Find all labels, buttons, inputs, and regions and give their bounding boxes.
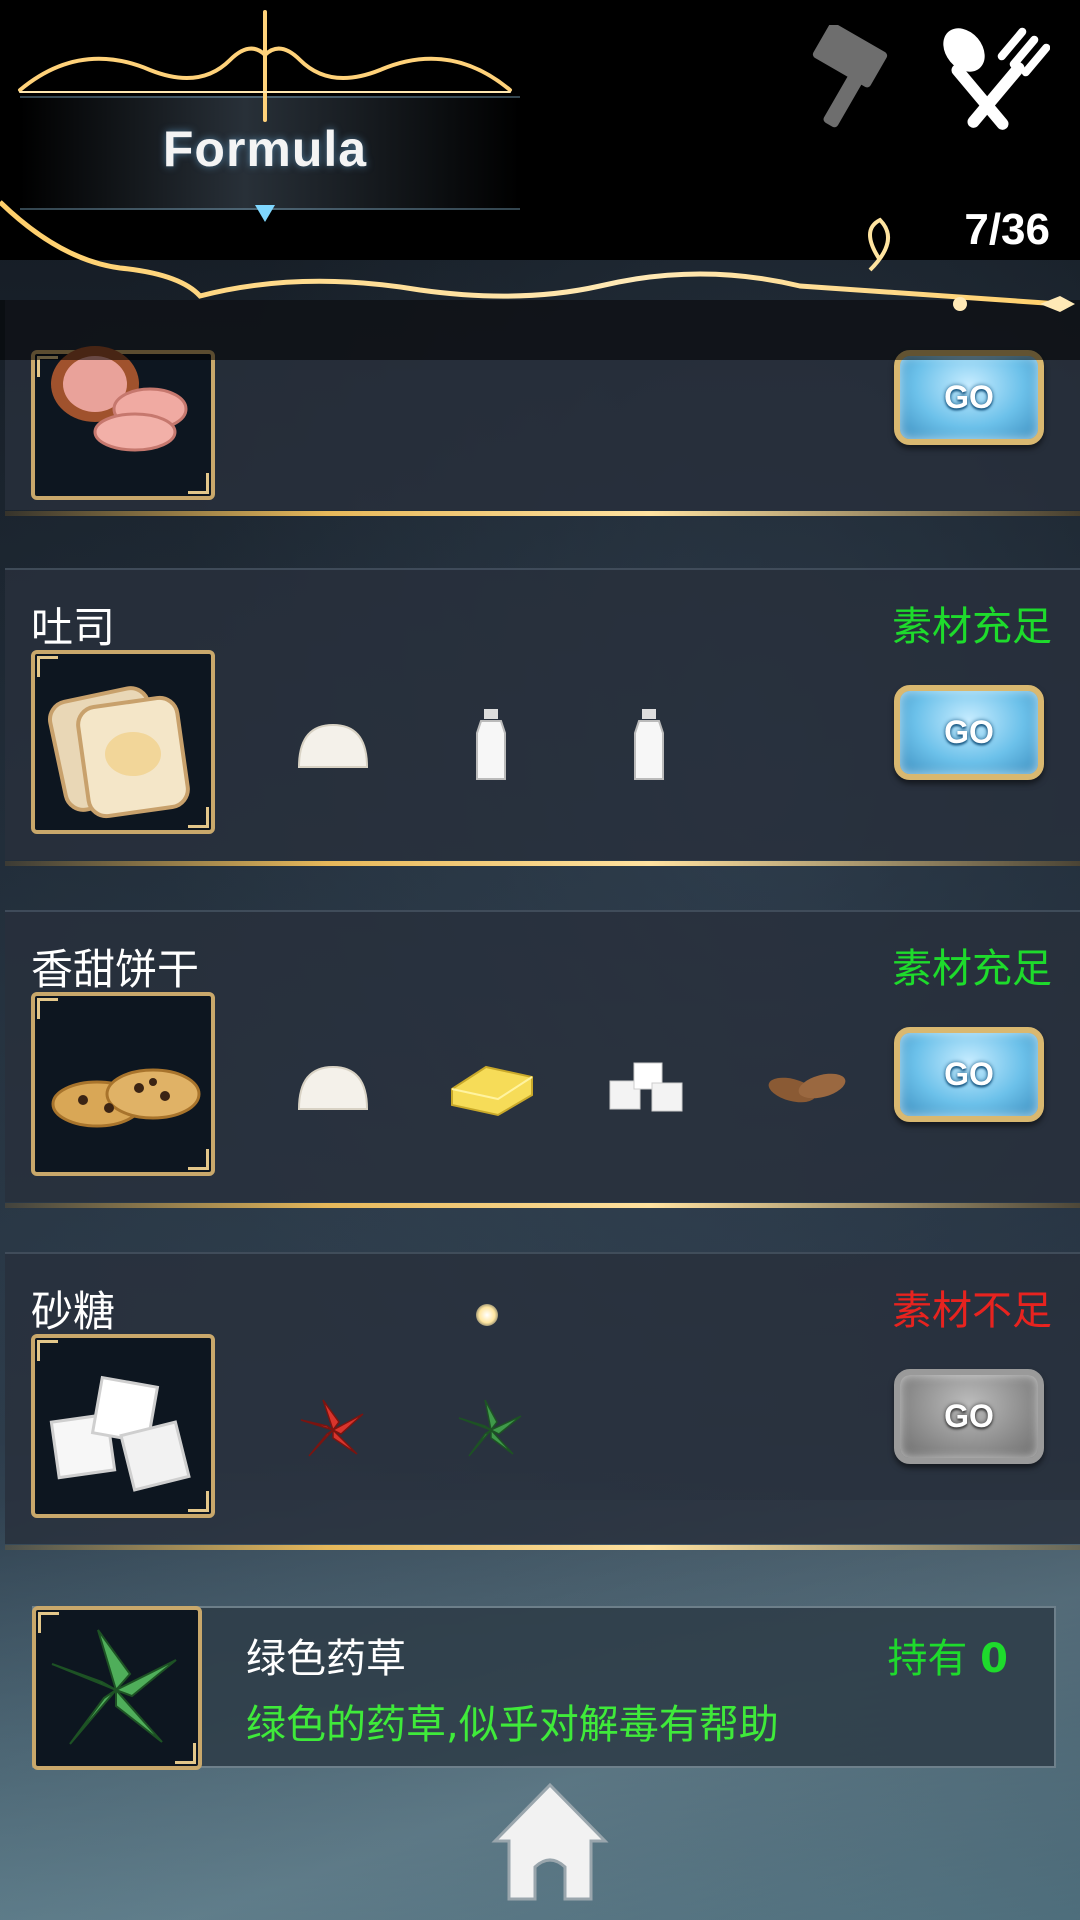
toast-icon	[48, 686, 190, 819]
recipe-image-frame	[31, 346, 215, 500]
ingredient-slot[interactable]	[441, 700, 541, 790]
dough-icon	[297, 1065, 369, 1110]
recipe-card[interactable]: GO	[5, 300, 1080, 516]
item-held-count: 持有 0	[887, 1626, 1008, 1684]
item-name: 绿色药草	[246, 1636, 406, 1682]
selection-sparkle	[476, 1304, 498, 1326]
page-title: Formula	[162, 121, 368, 177]
material-status: 素材充足	[892, 604, 1052, 650]
green-herb-icon	[51, 1629, 177, 1745]
red-herb-icon	[300, 1399, 364, 1457]
recipe-image-frame	[31, 992, 215, 1176]
fork-spoon-icon	[943, 27, 1050, 130]
title-ornament	[18, 10, 512, 222]
held-label: 持有	[887, 1636, 968, 1682]
go-label: GO	[944, 1398, 994, 1434]
craft-tab[interactable]	[790, 20, 910, 140]
material-status: 素材不足	[892, 1288, 1052, 1334]
ingredient-slot[interactable]	[757, 1042, 857, 1132]
ingredient-slot[interactable]	[599, 1042, 699, 1132]
cooking-tab[interactable]	[930, 20, 1050, 140]
ingredient-slot[interactable]	[283, 700, 383, 790]
sugar-cubes-icon	[49, 1375, 191, 1492]
ingredient-slot[interactable]	[441, 1384, 541, 1474]
dough-icon	[297, 723, 369, 768]
go-label: GO	[944, 714, 994, 750]
recipe-card-toast[interactable]: 吐司 素材充足 GO	[5, 568, 1080, 866]
recipe-image-frame	[31, 650, 215, 834]
recipe-name: 吐司	[31, 603, 116, 652]
milk-bottle-icon	[634, 709, 664, 780]
material-status: 素材充足	[892, 946, 1052, 992]
item-detail-panel: 绿色药草 持有 0 绿色的药草,似乎对解毒有帮助	[32, 1606, 1056, 1770]
item-image-frame	[32, 1606, 202, 1770]
ingredient-slot[interactable]	[441, 1042, 541, 1132]
held-number: 0	[980, 1636, 1008, 1682]
recipe-image-frame	[31, 1334, 215, 1518]
green-herb-icon	[458, 1399, 522, 1457]
ingredient-slot[interactable]	[283, 1384, 383, 1474]
go-button[interactable]: GO	[894, 350, 1044, 445]
home-icon[interactable]	[485, 1775, 615, 1905]
go-label: GO	[944, 1056, 994, 1092]
recipe-card-sugar[interactable]: 砂糖 素材不足 GO	[5, 1252, 1080, 1550]
go-button[interactable]: GO	[894, 1027, 1044, 1122]
recipe-name: 香甜饼干	[31, 945, 200, 994]
milk-bottle-icon	[476, 709, 506, 780]
recipe-counter: 7/36	[964, 205, 1050, 254]
ingredient-slot[interactable]	[599, 700, 699, 790]
butter-icon	[451, 1065, 533, 1117]
header-bar: Formula 7/36	[0, 0, 1080, 260]
go-button-disabled[interactable]: GO	[894, 1369, 1044, 1464]
item-description: 绿色的药草,似乎对解毒有帮助	[246, 1702, 779, 1748]
sugar-cubes-icon	[609, 1062, 683, 1112]
go-button[interactable]: GO	[894, 685, 1044, 780]
recipe-card-cookies[interactable]: 香甜饼干 素材充足 GO	[5, 910, 1080, 1208]
ham-icon	[51, 346, 188, 452]
recipe-name: 砂糖	[31, 1287, 116, 1336]
ingredient-slot[interactable]	[283, 1042, 383, 1132]
hammer-icon	[812, 25, 888, 128]
cookies-icon	[51, 1068, 201, 1128]
go-label: GO	[944, 379, 994, 415]
almonds-icon	[768, 1073, 846, 1103]
